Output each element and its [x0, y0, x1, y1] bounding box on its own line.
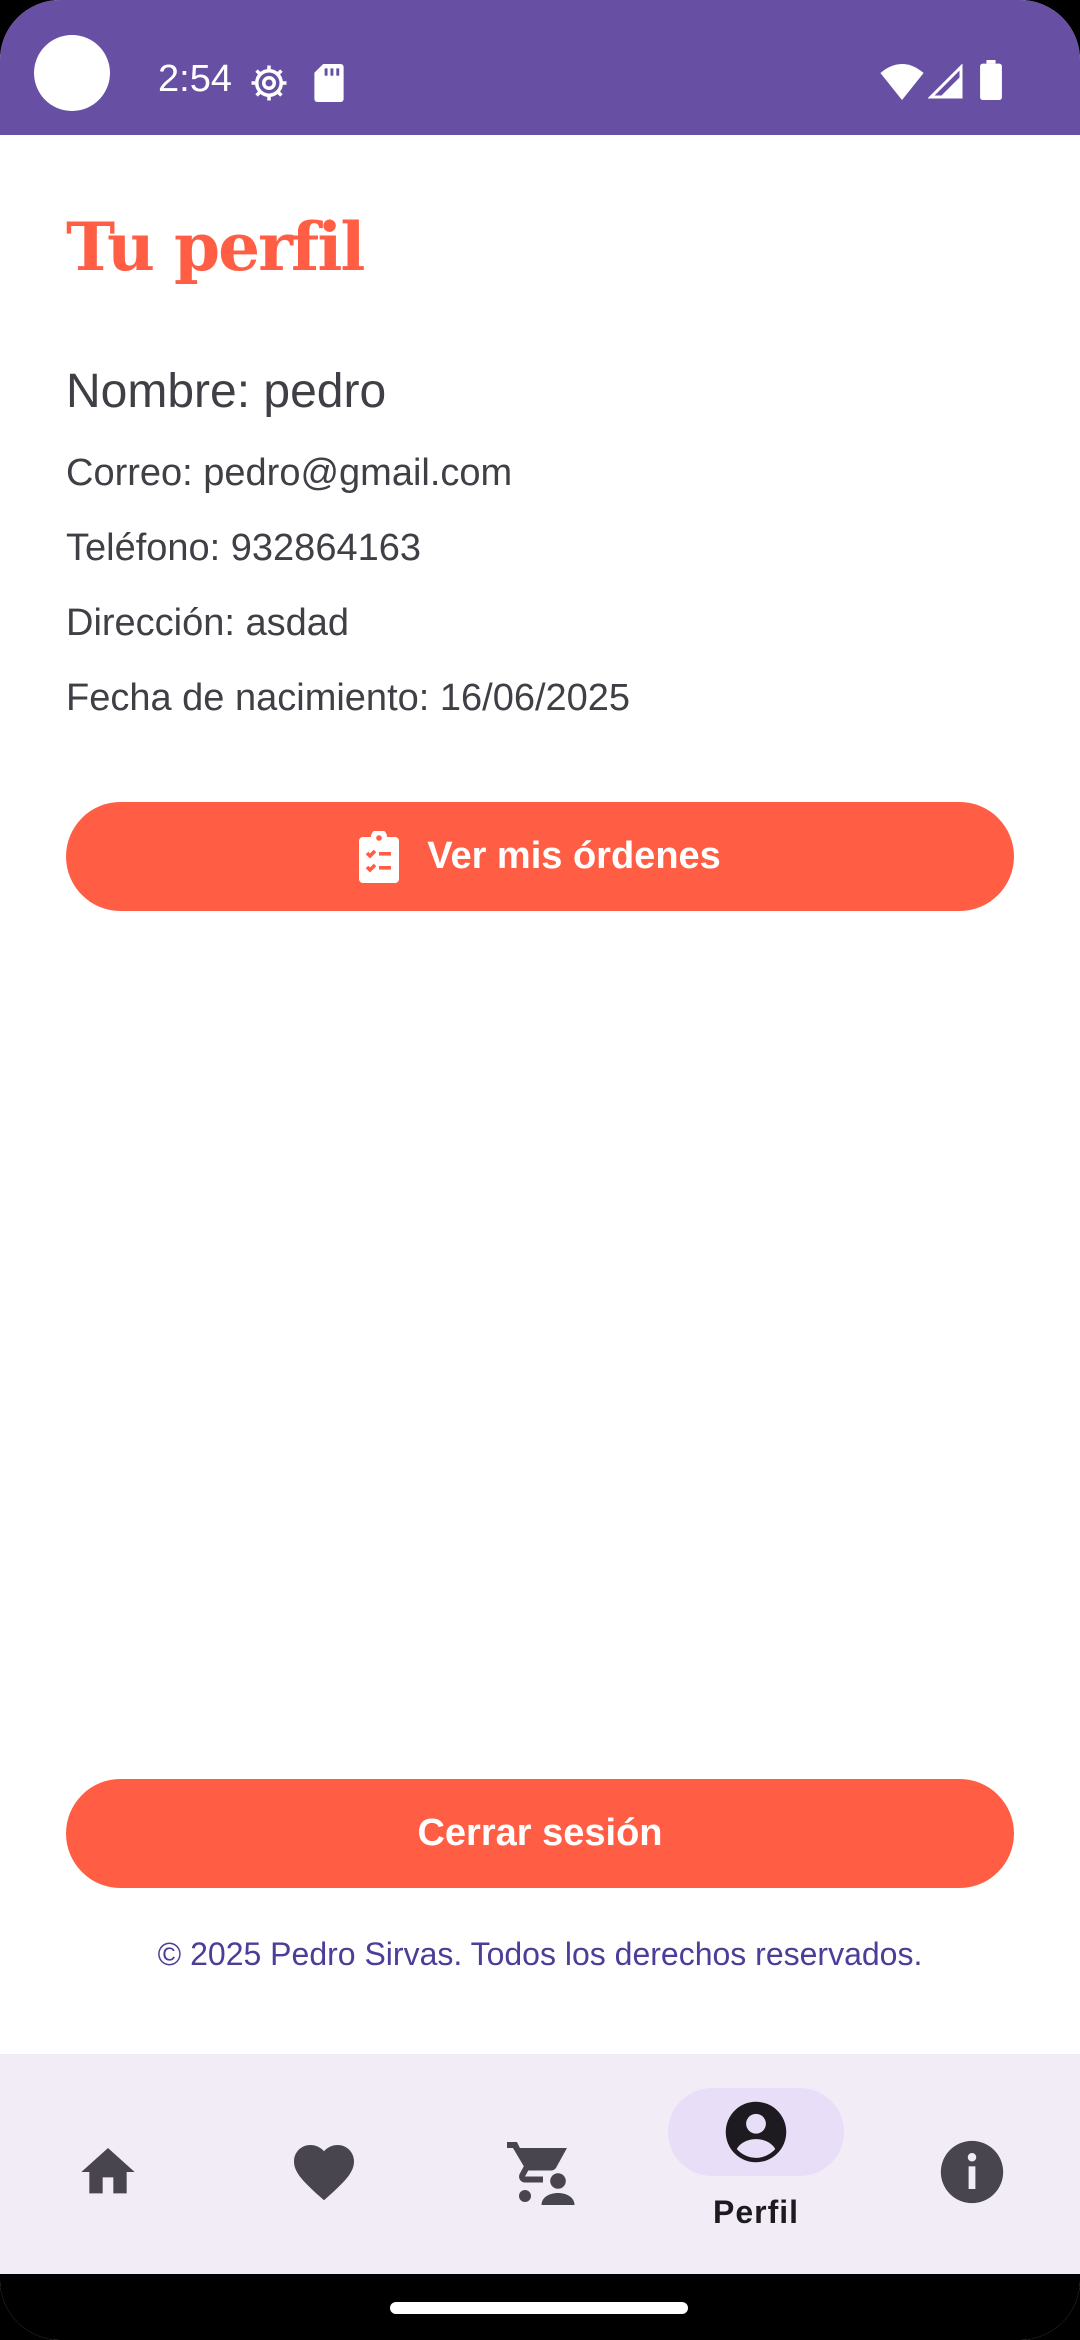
bottom-navigation: Perfil — [0, 2054, 1080, 2274]
nav-item-info[interactable] — [864, 2054, 1080, 2274]
home-indicator[interactable] — [390, 2302, 688, 2314]
sd-card-icon — [314, 64, 344, 102]
page-title: Tu perfil — [66, 208, 365, 286]
nav-item-profile[interactable]: Perfil — [648, 2054, 864, 2274]
settings-gear-icon — [251, 65, 287, 101]
camera-cutout — [34, 35, 110, 111]
wifi-icon — [880, 64, 924, 100]
status-time: 2:54 — [158, 58, 232, 100]
nav-item-cart[interactable] — [432, 2054, 648, 2274]
profile-birthdate: Fecha de nacimiento: 16/06/2025 — [66, 677, 631, 719]
heart-icon — [294, 2145, 354, 2201]
profile-phone: Teléfono: 932864163 — [66, 527, 421, 569]
view-orders-button[interactable]: Ver mis órdenes — [66, 802, 1014, 911]
profile-name: Nombre: pedro — [66, 365, 387, 418]
status-bar: 2:54 — [0, 0, 1080, 135]
profile-address: Dirección: asdad — [66, 602, 350, 644]
logout-label: Cerrar sesión — [417, 1812, 663, 1854]
footer-copyright: © 2025 Pedro Sirvas. Todos los derechos … — [157, 1936, 923, 1972]
battery-icon — [980, 60, 1002, 100]
nav-label-profile: Perfil — [712, 2194, 800, 2230]
nav-item-home[interactable] — [0, 2054, 216, 2274]
phone-screen: 2:54 Tu perfil Nombre: pedro Correo: ped… — [0, 0, 1080, 2340]
logout-button[interactable]: Cerrar sesión — [66, 1779, 1014, 1888]
home-icon — [81, 2148, 135, 2194]
clipboard-checklist-icon — [359, 830, 400, 883]
cart-person-icon — [507, 2142, 575, 2205]
info-icon — [940, 2140, 1004, 2204]
view-orders-label: Ver mis órdenes — [427, 835, 721, 877]
nav-item-favorites[interactable] — [216, 2054, 432, 2274]
account-circle-icon — [725, 2101, 787, 2163]
cell-signal-icon — [928, 64, 963, 99]
profile-email: Correo: pedro@gmail.com — [66, 452, 513, 494]
